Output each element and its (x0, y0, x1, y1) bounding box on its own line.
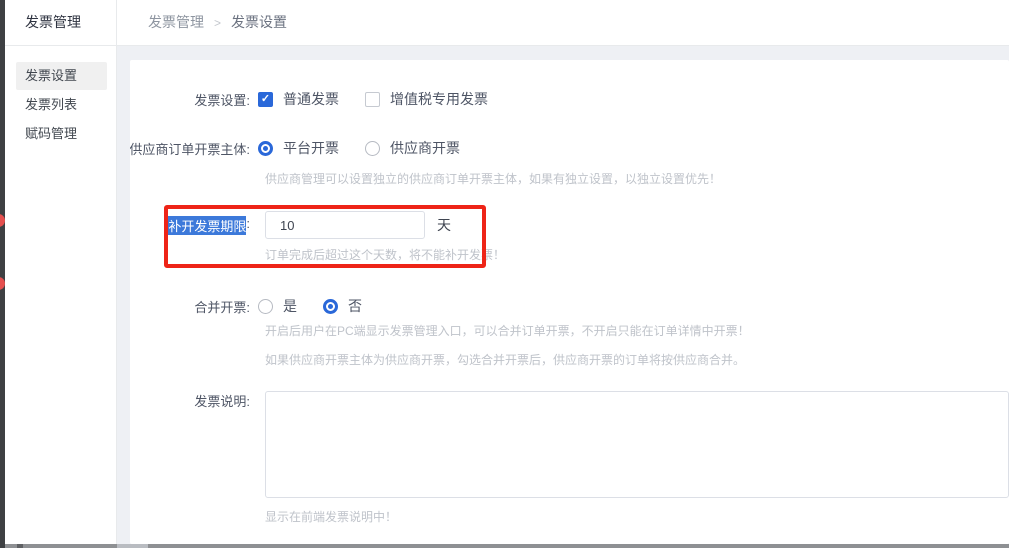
breadcrumb: 发票管理 > 发票设置 (148, 0, 287, 46)
page-title: 发票管理 (25, 0, 81, 45)
top-header: 发票管理 发票管理 > 发票设置 (5, 0, 1009, 46)
window-edge (0, 0, 5, 548)
checkbox-vat-invoice[interactable] (365, 92, 380, 107)
sidebar-item-code-management[interactable]: 赋码管理 (16, 120, 107, 148)
field-label-reissue-period: 补开发票期限: (130, 216, 250, 235)
checkbox-ordinary-invoice[interactable] (258, 92, 273, 107)
checkbox-label-vat-invoice[interactable]: 增值税专用发票 (390, 89, 488, 109)
form-row-supplier-subject: 供应商订单开票主体: 平台开票 供应商开票 (130, 138, 1009, 158)
radio-label-supplier-invoicing[interactable]: 供应商开票 (390, 138, 460, 158)
helper-merge-invoice-2: 如果供应商开票主体为供应商开票，勾选合并开票后，供应商开票的订单将按供应商合并。 (265, 351, 745, 368)
form-row-invoice-note: 发票说明: (130, 391, 1009, 498)
unit-label-days: 天 (437, 215, 451, 235)
radio-label-merge-no[interactable]: 否 (348, 296, 362, 316)
sidebar-item-label: 发票列表 (25, 97, 77, 112)
radio-supplier-invoicing[interactable] (365, 141, 380, 156)
horizontal-scrollbar[interactable] (0, 544, 1009, 548)
breadcrumb-separator-icon: > (214, 16, 221, 30)
form-row-reissue-period: 补开发票期限: 天 (130, 211, 1009, 239)
helper-supplier-subject: 供应商管理可以设置独立的供应商订单开票主体，如果有独立设置，以独立设置优先！ (265, 170, 721, 187)
field-label-invoice-note: 发票说明: (130, 392, 250, 412)
sidebar-item-invoice-list[interactable]: 发票列表 (16, 91, 107, 119)
field-label-merge-invoice: 合并开票: (130, 297, 250, 316)
sidebar-item-invoice-settings[interactable]: 发票设置 (16, 62, 107, 90)
reissue-days-input[interactable] (265, 211, 425, 239)
checkbox-label-ordinary-invoice[interactable]: 普通发票 (283, 89, 339, 109)
invoice-note-textarea[interactable] (265, 391, 1009, 498)
sidebar-item-label: 发票设置 (25, 68, 77, 83)
scrollbar-notch (17, 544, 23, 548)
scrollbar-track (117, 544, 148, 548)
sidebar-divider (116, 0, 117, 544)
app-window: 发票管理 发票管理 > 发票设置 发票设置 发票列表 赋码管理 发票设置: 普通发票… (0, 0, 1009, 548)
radio-label-merge-yes[interactable]: 是 (283, 296, 297, 316)
sidebar-item-label: 赋码管理 (25, 126, 77, 141)
form-row-merge-invoice: 合并开票: 是 否 (130, 296, 1009, 316)
red-badge-icon (0, 277, 5, 290)
sidebar-menu: 发票设置 发票列表 赋码管理 (5, 46, 116, 148)
radio-platform-invoicing[interactable] (258, 141, 273, 156)
sidebar: 发票设置 发票列表 赋码管理 (5, 46, 116, 544)
field-label-supplier-subject: 供应商订单开票主体: (130, 139, 250, 158)
radio-label-platform-invoicing[interactable]: 平台开票 (283, 138, 339, 158)
field-label-invoice-type: 发票设置: (130, 90, 250, 109)
radio-merge-no[interactable] (323, 299, 338, 314)
helper-reissue-period: 订单完成后超过这个天数，将不能补开发票！ (265, 246, 505, 263)
settings-panel: 发票设置: 普通发票 增值税专用发票 供应商订单开票主体: 平台开票 供应商开票… (130, 60, 1009, 544)
red-badge-icon (0, 214, 5, 227)
radio-merge-yes[interactable] (258, 299, 273, 314)
selected-text-highlight: 补开发票期限 (168, 216, 246, 235)
helper-invoice-note: 显示在前端发票说明中！ (265, 508, 397, 525)
helper-merge-invoice-1: 开启后用户在PC端显示发票管理入口，可以合并订单开票，不开启只能在订单详情中开票… (265, 322, 750, 339)
breadcrumb-item-invoice-management[interactable]: 发票管理 (148, 14, 204, 30)
field-label-colon: : (246, 216, 250, 235)
form-row-invoice-type: 发票设置: 普通发票 增值税专用发票 (130, 89, 1009, 109)
breadcrumb-current: 发票设置 (231, 14, 287, 30)
